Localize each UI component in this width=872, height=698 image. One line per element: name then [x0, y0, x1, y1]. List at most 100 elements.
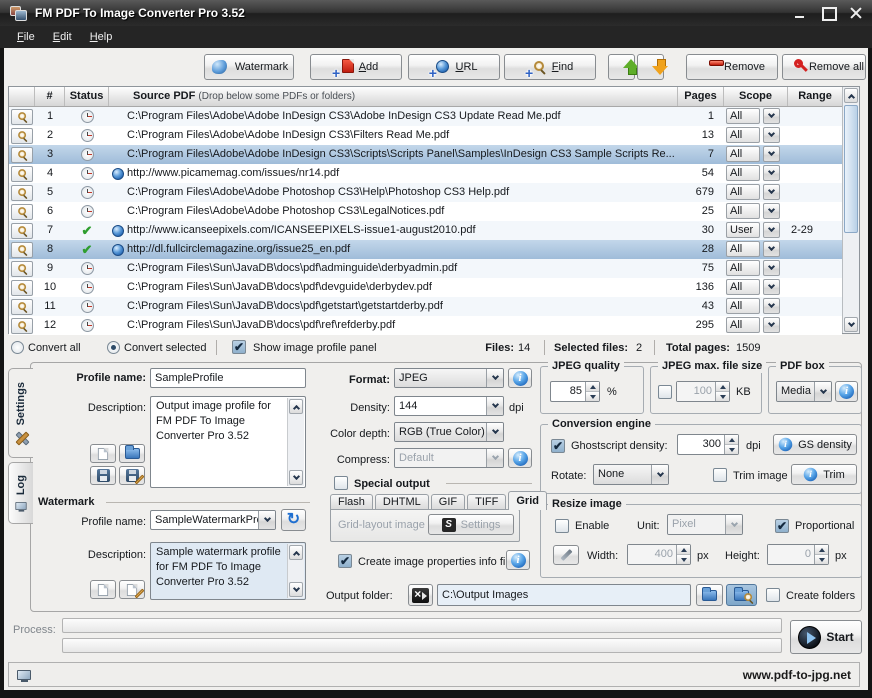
chevron-down-icon[interactable]: [763, 108, 780, 124]
row-zoom-button[interactable]: [11, 318, 33, 334]
menu-file[interactable]: File: [8, 28, 44, 46]
table-row[interactable]: 12C:\Program Files\Sun\JavaDB\docs\pdf\r…: [9, 316, 842, 335]
ghostscript-density-checkbox[interactable]: [551, 439, 565, 453]
up-button[interactable]: [608, 54, 635, 80]
grid-settings-button[interactable]: SSettings: [428, 514, 514, 535]
scope-select[interactable]: All: [726, 317, 780, 333]
tab-tiff[interactable]: TIFF: [467, 494, 506, 510]
pdf-box-info-button[interactable]: i: [835, 381, 858, 402]
tab-dhtml[interactable]: DHTML: [375, 494, 429, 510]
scope-select[interactable]: All: [726, 127, 780, 143]
row-zoom-button[interactable]: [11, 261, 33, 277]
scope-select[interactable]: All: [726, 184, 780, 200]
convert-all-radio[interactable]: [11, 341, 24, 354]
chevron-down-icon[interactable]: [763, 222, 780, 238]
chevron-down-icon[interactable]: [763, 279, 780, 295]
tab-settings[interactable]: Settings: [8, 368, 33, 458]
textarea-scrollbar[interactable]: [287, 544, 304, 598]
scrollbar-thumb[interactable]: [844, 105, 858, 233]
menu-help[interactable]: Help: [81, 28, 122, 46]
show-profile-panel-checkbox[interactable]: [232, 340, 246, 354]
jpeg-quality-spinner[interactable]: 85: [550, 381, 600, 402]
browse-folder-button[interactable]: [696, 584, 723, 606]
special-output-checkbox[interactable]: [334, 476, 348, 490]
scope-select[interactable]: All: [726, 165, 780, 181]
scope-select[interactable]: All: [726, 279, 780, 295]
watermark-desc-textarea[interactable]: Sample watermark profile for FM PDF To I…: [150, 542, 306, 600]
chevron-down-icon[interactable]: [763, 260, 780, 276]
color-depth-select[interactable]: RGB (True Color): [394, 422, 504, 442]
chevron-down-icon[interactable]: [763, 241, 780, 257]
format-select[interactable]: JPEG: [394, 368, 504, 388]
output-folder-input[interactable]: [437, 584, 691, 606]
ghostscript-density-spinner[interactable]: 300: [677, 434, 739, 455]
proportional-checkbox[interactable]: [775, 519, 789, 533]
create-info-file-checkbox[interactable]: [338, 554, 352, 568]
chevron-down-icon[interactable]: [763, 127, 780, 143]
table-row[interactable]: 2C:\Program Files\Adobe\Adobe InDesign C…: [9, 126, 842, 145]
watermark-profile-select[interactable]: SampleWatermarkProfile: [150, 510, 276, 530]
table-row[interactable]: 6C:\Program Files\Adobe\Adobe Photoshop …: [9, 202, 842, 221]
profile-save-as-button[interactable]: [119, 466, 145, 485]
tab-log[interactable]: Log: [8, 462, 33, 524]
trim-image-checkbox[interactable]: [713, 468, 727, 482]
down-button[interactable]: [637, 54, 664, 80]
table-row[interactable]: 9C:\Program Files\Sun\JavaDB\docs\pdf\ad…: [9, 259, 842, 278]
height-spinner[interactable]: 0: [767, 544, 829, 565]
row-zoom-button[interactable]: [11, 109, 33, 125]
close-button[interactable]: [850, 7, 862, 19]
table-row[interactable]: 11C:\Program Files\Sun\JavaDB\docs\pdf\g…: [9, 297, 842, 316]
resize-unit-select[interactable]: Pixel: [667, 514, 743, 535]
jpeg-max-size-spinner[interactable]: 100: [676, 381, 730, 402]
compress-select[interactable]: Default: [394, 448, 504, 468]
table-row[interactable]: 7✔http://www.icanseepixels.com/ICANSEEPI…: [9, 221, 842, 240]
chevron-down-icon[interactable]: [763, 184, 780, 200]
row-zoom-button[interactable]: [11, 280, 33, 296]
chevron-down-icon[interactable]: [763, 165, 780, 181]
profile-open-button[interactable]: [119, 444, 145, 463]
removeall-button[interactable]: Remove all: [782, 54, 866, 80]
scope-select[interactable]: All: [726, 203, 780, 219]
row-zoom-button[interactable]: [11, 204, 33, 220]
jpeg-max-size-checkbox[interactable]: [658, 385, 672, 399]
maximize-button[interactable]: [822, 7, 834, 19]
chevron-down-icon[interactable]: [763, 298, 780, 314]
tab-grid[interactable]: Grid: [508, 491, 547, 510]
resize-enable-checkbox[interactable]: [555, 519, 569, 533]
profile-desc-textarea[interactable]: Output image profile for FM PDF To Image…: [150, 396, 306, 488]
trim-button[interactable]: iTrim: [791, 464, 857, 485]
scope-select[interactable]: All: [726, 260, 780, 276]
watermark-edit-button[interactable]: [119, 580, 145, 599]
info-file-info-button[interactable]: i: [506, 550, 530, 570]
chevron-down-icon[interactable]: [763, 146, 780, 162]
tab-gif[interactable]: GIF: [431, 494, 465, 510]
chevron-down-icon[interactable]: [763, 317, 780, 333]
chevron-down-icon[interactable]: [763, 203, 780, 219]
scope-select[interactable]: All: [726, 241, 780, 257]
density-select[interactable]: 144: [394, 396, 504, 416]
watermark-refresh-button[interactable]: ↻: [281, 509, 306, 531]
compress-info-button[interactable]: i: [508, 448, 532, 468]
scope-select[interactable]: All: [726, 108, 780, 124]
minimize-button[interactable]: [794, 7, 806, 19]
url-button[interactable]: +URL: [408, 54, 500, 80]
table-row[interactable]: 3C:\Program Files\Adobe\Adobe InDesign C…: [9, 145, 842, 164]
convert-selected-radio[interactable]: [107, 341, 120, 354]
website-link[interactable]: www.pdf-to-jpg.net: [743, 668, 851, 682]
remove-button[interactable]: Remove: [686, 54, 778, 80]
scope-select[interactable]: All: [726, 298, 780, 314]
find-button[interactable]: +Find: [504, 54, 596, 80]
add-button[interactable]: +Add: [310, 54, 402, 80]
format-info-button[interactable]: i: [508, 368, 532, 388]
row-zoom-button[interactable]: [11, 128, 33, 144]
rotate-select[interactable]: None: [593, 464, 669, 485]
scroll-up-icon[interactable]: [844, 88, 858, 103]
row-zoom-button[interactable]: [11, 147, 33, 163]
watermark-new-button[interactable]: [90, 580, 116, 599]
textarea-scrollbar[interactable]: [287, 398, 304, 486]
table-row[interactable]: 8✔http://dl.fullcirclemagazine.org/issue…: [9, 240, 842, 259]
output-folder-explore-button[interactable]: [408, 584, 433, 606]
create-folders-checkbox[interactable]: [766, 588, 780, 602]
table-row[interactable]: 4http://www.picamemag.com/issues/nr14.pd…: [9, 164, 842, 183]
table-row[interactable]: 10C:\Program Files\Sun\JavaDB\docs\pdf\d…: [9, 278, 842, 297]
